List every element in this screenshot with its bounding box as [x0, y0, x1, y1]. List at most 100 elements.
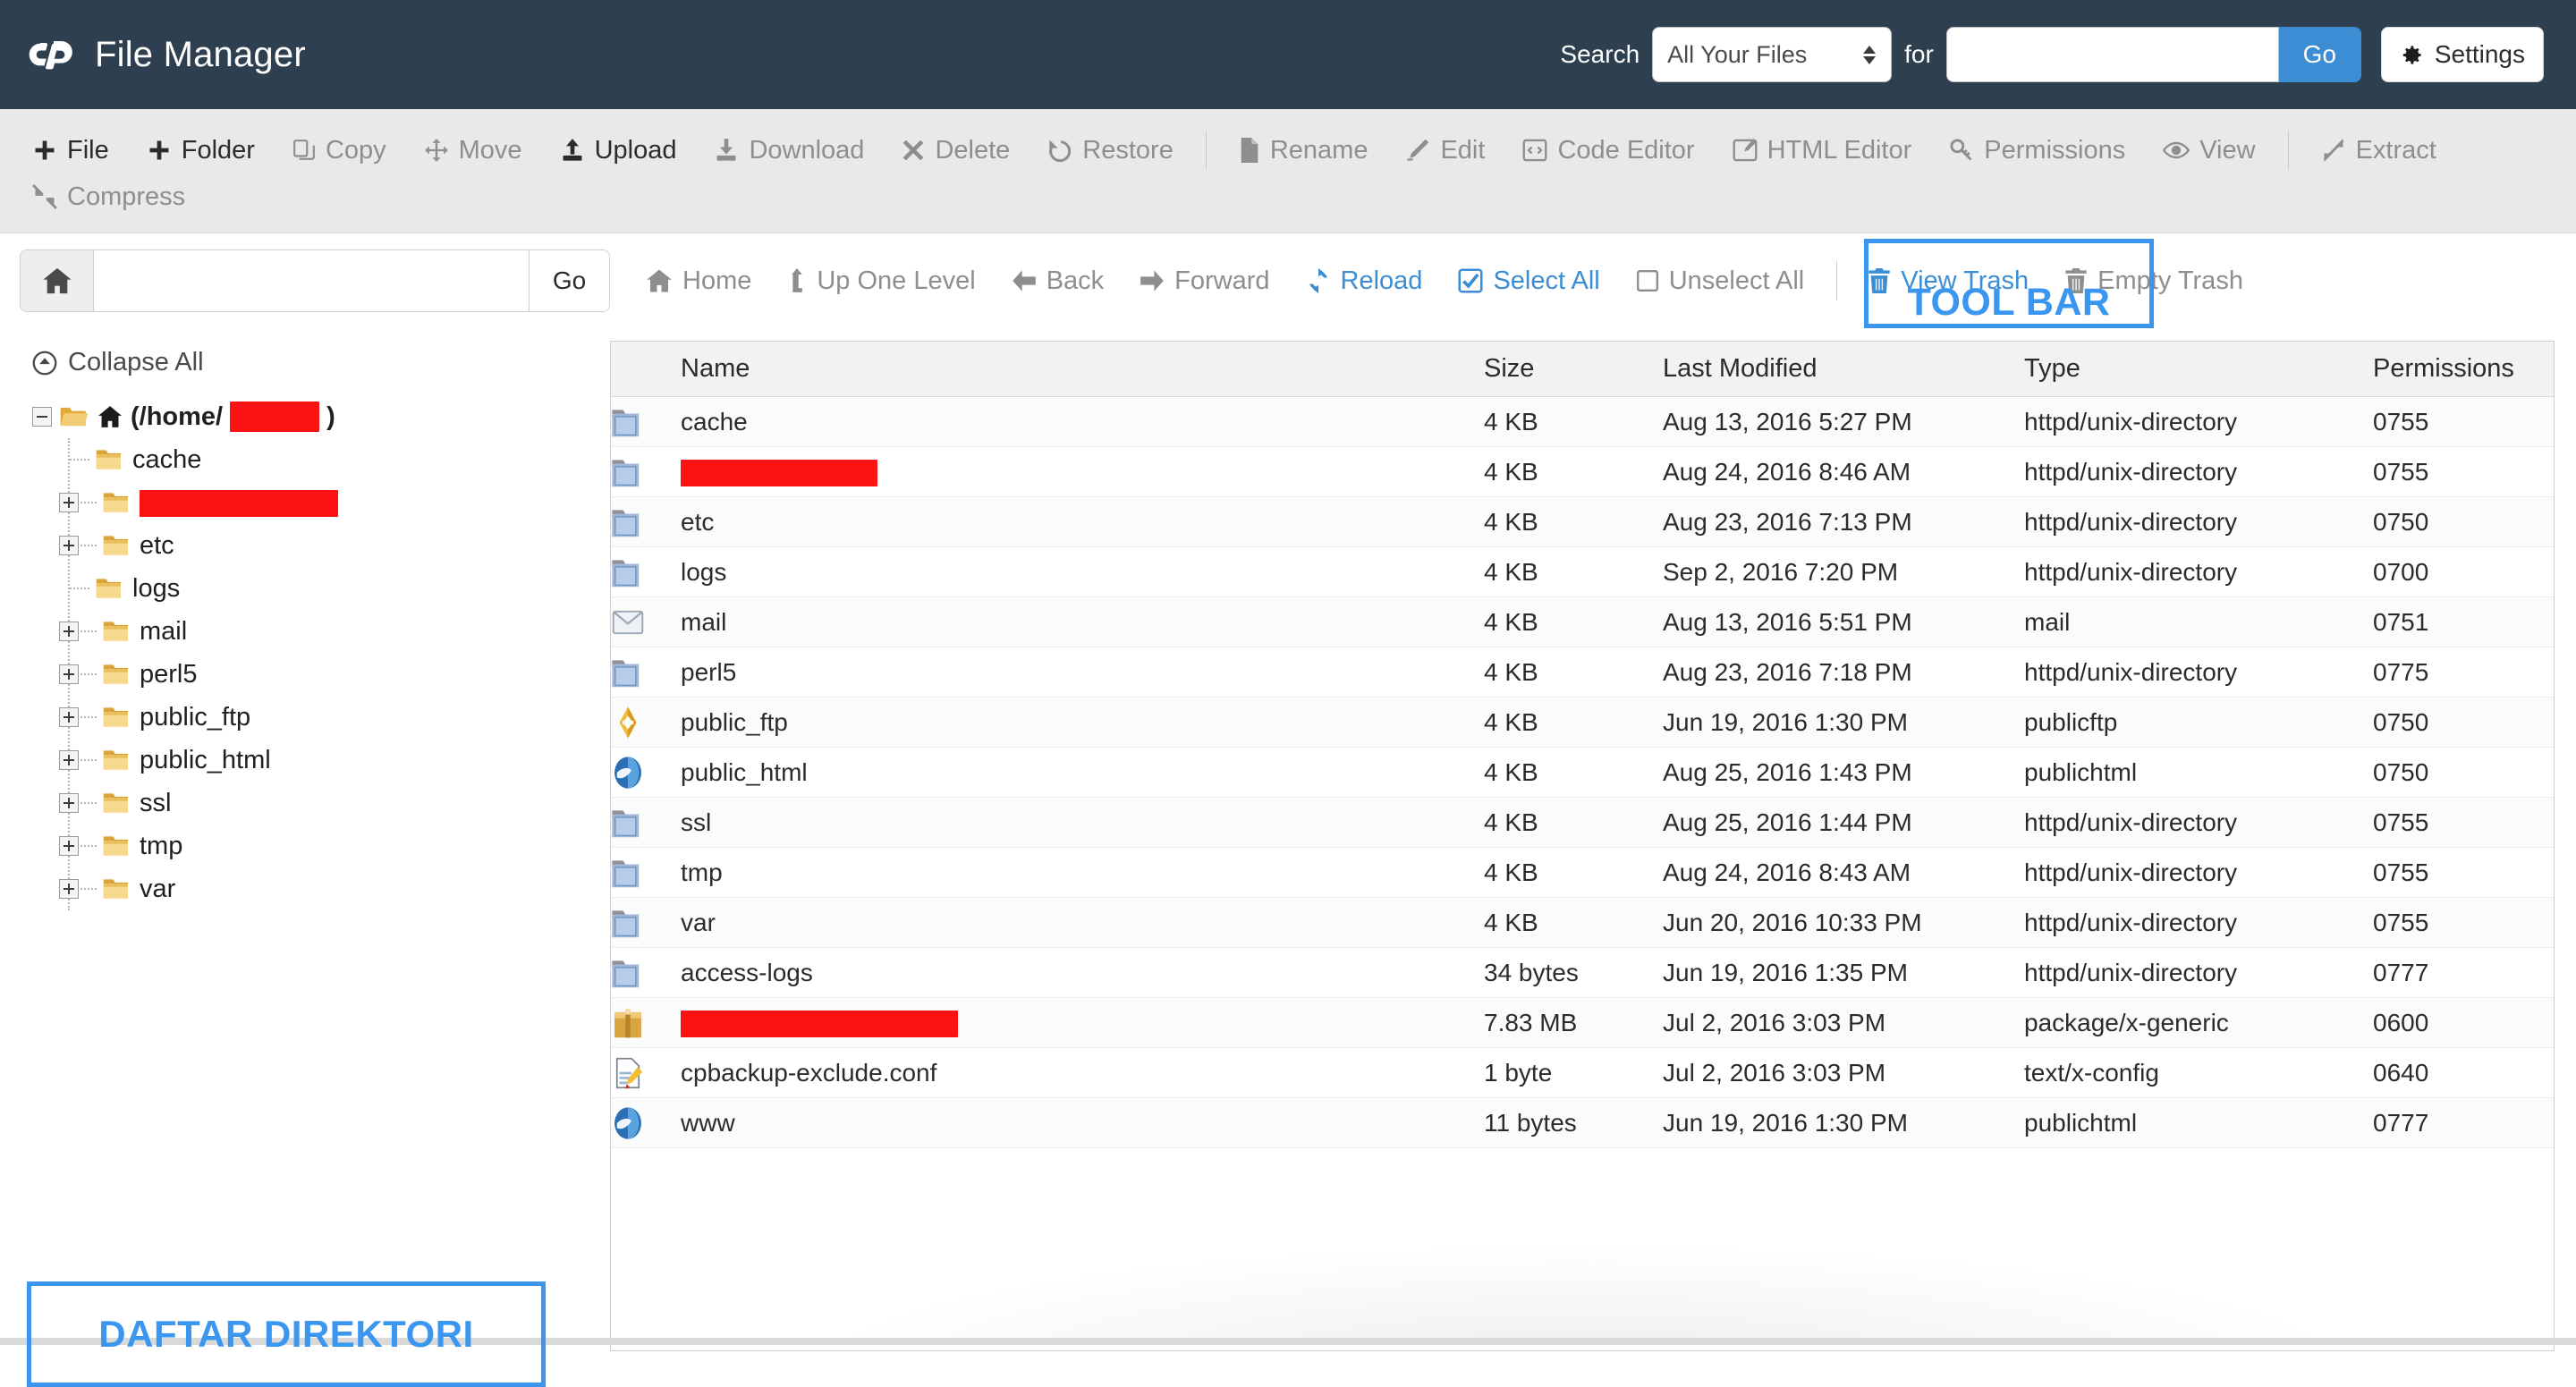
table-row[interactable]: etc4 KBAug 23, 2016 7:13 PMhttpd/unix-di… [611, 497, 2555, 547]
path-home-button[interactable] [21, 250, 94, 311]
search-scope-value: All Your Files [1667, 41, 1862, 69]
file-type-cell: mail [2024, 597, 2373, 647]
table-row[interactable]: www11 bytesJun 19, 2016 1:30 PMpublichtm… [611, 1098, 2555, 1148]
column-header-name[interactable]: Name [681, 342, 1484, 397]
folder-icon [611, 948, 681, 998]
nav-button-forward: Forward [1140, 266, 1269, 296]
tree-expander-plus-icon[interactable] [59, 707, 79, 727]
file-size-cell: 4 KB [1484, 698, 1663, 748]
nav-button-view-trash[interactable]: View Trash [1868, 266, 2029, 296]
tree-node-mail[interactable]: mail [70, 610, 590, 653]
trash-icon [2064, 268, 2088, 293]
table-row[interactable]: 4 KBAug 24, 2016 8:46 AMhttpd/unix-direc… [611, 447, 2555, 497]
tree-connector [77, 502, 97, 503]
path-input[interactable] [94, 250, 529, 311]
column-header-size[interactable]: Size [1484, 342, 1663, 397]
redacted-file-name [681, 460, 877, 486]
column-header-type[interactable]: Type [2024, 342, 2373, 397]
table-row[interactable]: access-logs34 bytesJun 19, 2016 1:35 PMh… [611, 948, 2555, 998]
table-row[interactable]: logs4 KBSep 2, 2016 7:20 PMhttpd/unix-di… [611, 547, 2555, 597]
html-editor-icon [1733, 138, 1758, 163]
table-row[interactable]: ssl4 KBAug 25, 2016 1:44 PMhttpd/unix-di… [611, 798, 2555, 848]
table-row[interactable]: mail4 KBAug 13, 2016 5:51 PMmail0751 [611, 597, 2555, 647]
table-row[interactable]: public_html4 KBAug 25, 2016 1:43 PMpubli… [611, 748, 2555, 798]
tree-node-public_html[interactable]: public_html [70, 739, 590, 782]
file-name-cell[interactable] [681, 998, 1484, 1048]
search-go-button[interactable]: Go [2279, 27, 2361, 82]
search-scope-select[interactable]: All Your Files [1652, 27, 1892, 82]
directory-tree-sidebar: Collapse All (/home/) cache etclogsmailpe… [0, 328, 590, 910]
table-row[interactable]: public_ftp4 KBJun 19, 2016 1:30 PMpublic… [611, 698, 2555, 748]
upload-icon [560, 138, 585, 163]
tree-node-etc[interactable]: etc [70, 524, 590, 567]
file-name-cell[interactable]: public_ftp [681, 698, 1484, 748]
tree-node-ssl[interactable]: ssl [70, 782, 590, 825]
table-row[interactable]: cpbackup-exclude.conf1 byteJul 2, 2016 3… [611, 1048, 2555, 1098]
tree-expander-plus-icon[interactable] [59, 836, 79, 856]
file-size-cell: 1 byte [1484, 1048, 1663, 1098]
tree-node-var[interactable]: var [70, 867, 590, 910]
table-row[interactable]: tmp4 KBAug 24, 2016 8:43 AMhttpd/unix-di… [611, 848, 2555, 898]
file-name-cell[interactable]: perl5 [681, 647, 1484, 698]
file-name-cell[interactable]: tmp [681, 848, 1484, 898]
file-name-cell[interactable]: var [681, 898, 1484, 948]
tree-node-tmp[interactable]: tmp [70, 825, 590, 867]
tree-node-logs[interactable]: logs [70, 567, 590, 610]
file-name-cell[interactable]: logs [681, 547, 1484, 597]
toolbar-button-file[interactable]: File [32, 136, 109, 165]
nav-button-reload[interactable]: Reload [1306, 266, 1423, 296]
tree-node-public_ftp[interactable]: public_ftp [70, 696, 590, 739]
nav-button-select-all[interactable]: Select All [1458, 266, 1599, 296]
file-permissions-cell: 0751 [2373, 597, 2555, 647]
toolbar-button-html-editor: HTML Editor [1733, 136, 1912, 165]
file-permissions-cell: 0755 [2373, 447, 2555, 497]
folder-icon [95, 577, 123, 600]
tree-expander-minus-icon[interactable] [32, 407, 52, 427]
tree-expander-plus-icon[interactable] [59, 622, 79, 641]
column-header-last-modified[interactable]: Last Modified [1663, 342, 2024, 397]
toolbar-button-folder[interactable]: Folder [147, 136, 255, 165]
folder-icon [102, 791, 131, 815]
file-name-cell[interactable]: cache [681, 397, 1484, 447]
search-input[interactable] [1946, 27, 2279, 82]
file-name-cell[interactable]: www [681, 1098, 1484, 1148]
tree-expander-plus-icon[interactable] [59, 493, 79, 512]
tree-node-cache[interactable]: cache [70, 438, 590, 481]
file-type-cell: httpd/unix-directory [2024, 447, 2373, 497]
column-header-permissions[interactable]: Permissions [2373, 342, 2555, 397]
tree-node-redacted[interactable] [70, 481, 590, 524]
file-size-cell: 4 KB [1484, 798, 1663, 848]
file-name-cell[interactable]: mail [681, 597, 1484, 647]
file-name-cell[interactable]: etc [681, 497, 1484, 547]
table-row[interactable]: 7.83 MBJul 2, 2016 3:03 PMpackage/x-gene… [611, 998, 2555, 1048]
config-icon [611, 1048, 681, 1098]
tree-node-perl5[interactable]: perl5 [70, 653, 590, 696]
folder-icon [611, 848, 681, 898]
file-name-cell[interactable]: cpbackup-exclude.conf [681, 1048, 1484, 1098]
file-name-cell[interactable] [681, 447, 1484, 497]
tree-expander-plus-icon[interactable] [59, 664, 79, 684]
file-table-head: Name Size Last Modified Type Permissions [611, 342, 2555, 397]
file-size-cell: 4 KB [1484, 397, 1663, 447]
tree-expander-plus-icon[interactable] [59, 879, 79, 899]
table-row[interactable]: var4 KBJun 20, 2016 10:33 PMhttpd/unix-d… [611, 898, 2555, 948]
copy-icon [292, 138, 316, 163]
file-name-cell[interactable]: ssl [681, 798, 1484, 848]
file-name-cell[interactable]: access-logs [681, 948, 1484, 998]
settings-button[interactable]: Settings [2381, 27, 2544, 82]
folder-icon [95, 448, 123, 471]
table-row[interactable]: perl54 KBAug 23, 2016 7:18 PMhttpd/unix-… [611, 647, 2555, 698]
tree-expander-plus-icon[interactable] [59, 750, 79, 770]
tree-node-label: var [140, 875, 175, 904]
tree-root-node[interactable]: (/home/) [32, 395, 590, 438]
collapse-all-button[interactable]: Collapse All [32, 348, 590, 377]
tree-node-label: cache [132, 445, 201, 475]
tree-expander-plus-icon[interactable] [59, 536, 79, 555]
file-size-cell: 34 bytes [1484, 948, 1663, 998]
file-name-cell[interactable]: public_html [681, 748, 1484, 798]
tree-expander-plus-icon[interactable] [59, 793, 79, 813]
table-row[interactable]: cache4 KBAug 13, 2016 5:27 PMhttpd/unix-… [611, 397, 2555, 447]
toolbar-button-upload[interactable]: Upload [560, 136, 677, 165]
path-go-button[interactable]: Go [529, 250, 609, 311]
pencil-icon [1405, 138, 1430, 163]
